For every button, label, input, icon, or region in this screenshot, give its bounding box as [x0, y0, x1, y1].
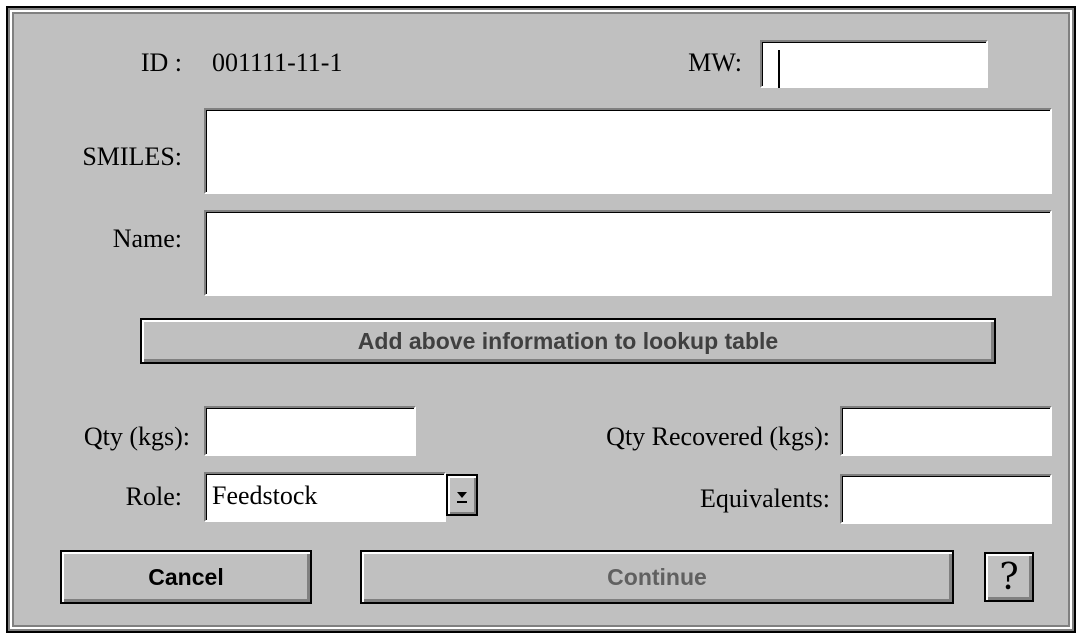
text-caret [778, 50, 780, 88]
id-label: ID : [140, 48, 182, 77]
name-field[interactable] [204, 210, 1052, 296]
qty-field[interactable] [204, 406, 416, 456]
mw-label: MW: [688, 48, 742, 77]
role-select[interactable]: Feedstock [204, 472, 446, 522]
role-dropdown-button[interactable] [446, 474, 478, 516]
continue-button[interactable]: Continue [360, 550, 954, 604]
qty-recovered-field[interactable] [840, 406, 1052, 456]
question-mark-icon: ? [999, 556, 1019, 598]
smiles-field[interactable] [204, 108, 1052, 194]
qty-recovered-label: Qty Recovered (kgs): [606, 422, 830, 451]
role-selected-value: Feedstock [212, 481, 318, 510]
id-value: 001111-11-1 [212, 48, 343, 77]
help-button[interactable]: ? [984, 552, 1034, 602]
add-to-lookup-button[interactable]: Add above information to lookup table [140, 318, 996, 364]
smiles-label: SMILES: [82, 142, 182, 171]
role-label: Role: [125, 482, 182, 511]
qty-label: Qty (kgs): [83, 422, 190, 451]
equivalents-label: Equivalents: [700, 484, 830, 513]
name-label: Name: [112, 224, 182, 253]
cancel-button[interactable]: Cancel [60, 550, 312, 604]
compound-dialog: ID : 001111-11-1 MW: SMILES: Name: Add a… [6, 6, 1076, 633]
mw-field[interactable] [760, 40, 988, 88]
equivalents-field[interactable] [840, 474, 1052, 524]
